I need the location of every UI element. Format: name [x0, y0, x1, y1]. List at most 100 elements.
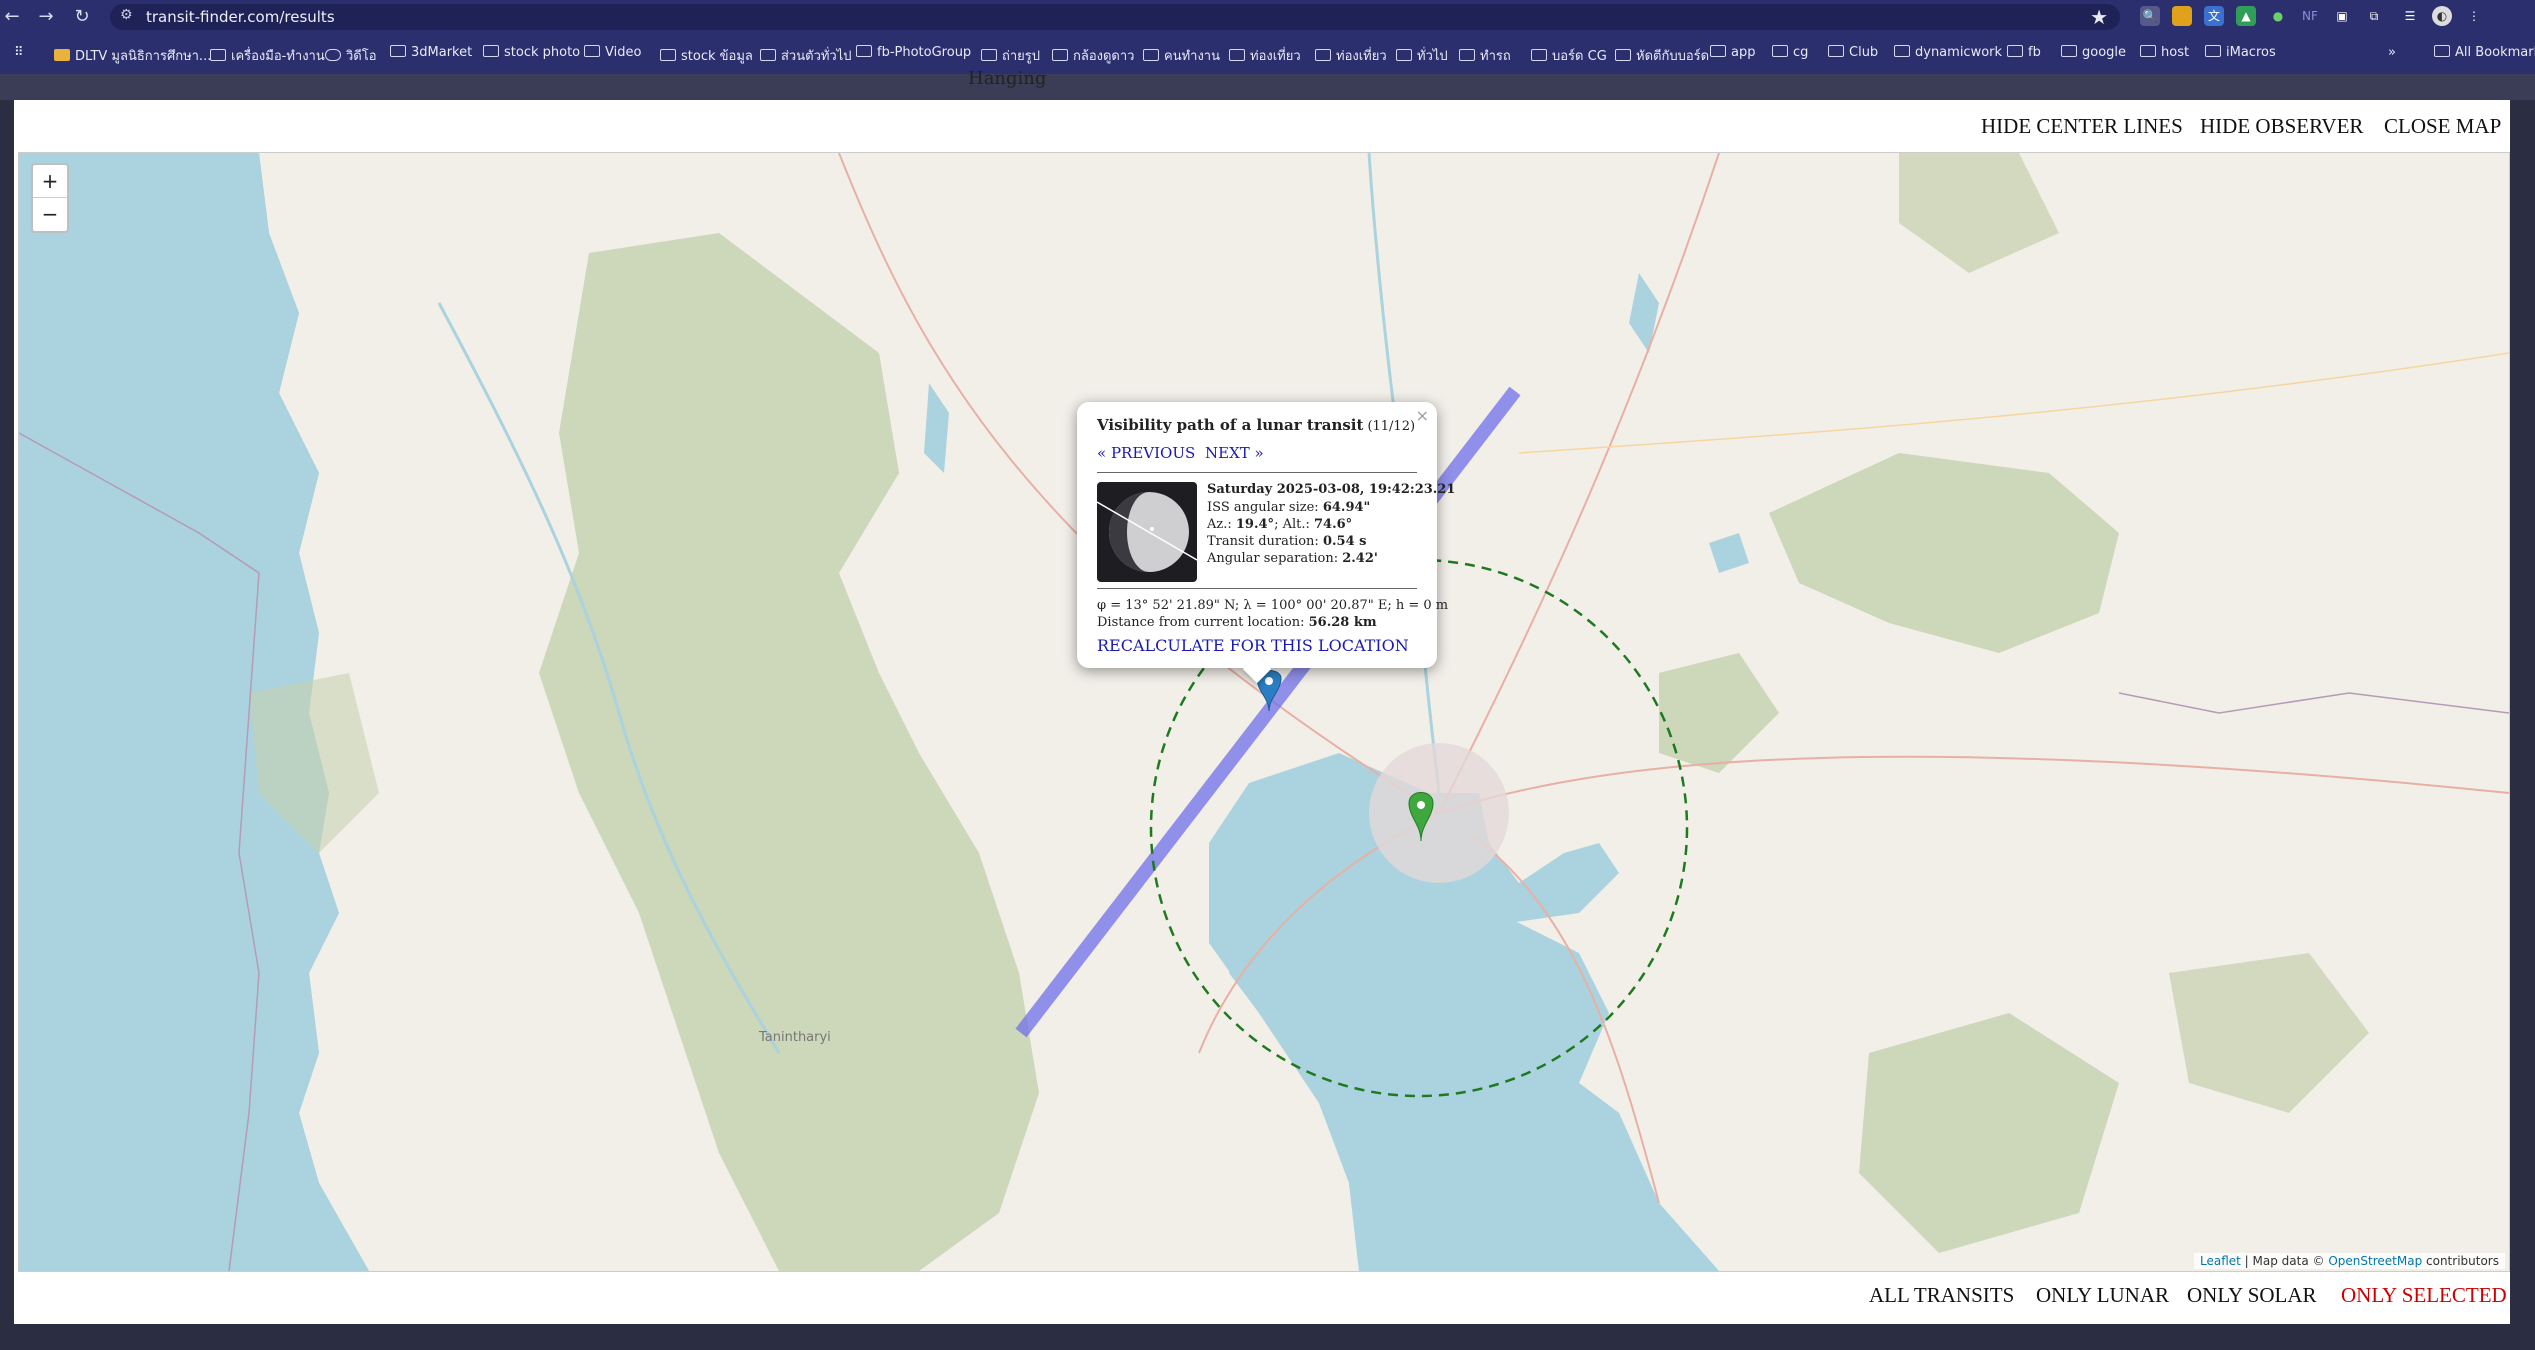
bookmark-folder[interactable]: google — [2061, 45, 2126, 60]
moon-transit-image — [1097, 492, 1197, 572]
browser-toolbar: ← → ↻ ⚙ transit-finder.com/results ★ 🔍 文… — [0, 0, 2535, 34]
duration-value: 0.54 s — [1322, 534, 1367, 549]
bookmark-folder[interactable]: ทั่วไป — [1396, 45, 1448, 66]
extension-drive-icon[interactable]: ▲ — [2236, 6, 2256, 26]
separation-row: Angular separation: 2.42' — [1207, 551, 1378, 566]
altitude-label: Alt.: — [1282, 517, 1310, 532]
attribution-prefix: | Map data © — [2244, 1254, 2325, 1268]
extension-translate-icon[interactable]: 文 — [2204, 6, 2224, 26]
extension-box-icon[interactable]: ▣ — [2332, 6, 2352, 26]
bookmark-folder[interactable]: ท่องเที่ยว — [1229, 45, 1301, 66]
azimuth-label: Az.: — [1207, 517, 1232, 532]
hide-center-lines-button[interactable]: HIDE CENTER LINES — [1981, 114, 2183, 139]
address-bar[interactable]: ⚙ transit-finder.com/results ★ — [110, 4, 2120, 30]
hide-observer-button[interactable]: HIDE OBSERVER — [2200, 114, 2363, 139]
bookmark-item[interactable]: DLTV มูลนิธิการศึกษา... — [54, 45, 211, 66]
transit-marker-dot — [1265, 677, 1273, 685]
attribution-suffix: contributors — [2426, 1254, 2499, 1268]
moon-transit-thumbnail — [1097, 482, 1197, 582]
bookmark-folder[interactable]: คนทำงาน — [1143, 45, 1220, 66]
bookmark-folder[interactable]: iMacros — [2205, 45, 2276, 60]
bookmark-folder[interactable]: host — [2140, 45, 2189, 60]
filter-only-solar[interactable]: ONLY SOLAR — [2187, 1283, 2317, 1308]
openstreetmap-link[interactable]: OpenStreetMap — [2328, 1254, 2422, 1268]
menu-icon[interactable]: ⋮ — [2464, 6, 2484, 26]
angular-size-value: 64.94" — [1322, 500, 1371, 515]
map-label-tanintharyi: Tanintharyi — [758, 1030, 831, 1045]
separation-value: 2.42' — [1342, 551, 1378, 566]
duration-row: Transit duration: 0.54 s — [1207, 534, 1366, 549]
previous-transit-link[interactable]: « PREVIOUS — [1097, 444, 1195, 462]
bookmark-folder[interactable]: ถ่ายรูป — [981, 45, 1040, 66]
map-attribution: Leaflet | Map data © OpenStreetMap contr… — [2193, 1253, 2505, 1269]
reading-list-icon[interactable]: ☰ — [2400, 6, 2420, 26]
reload-icon[interactable]: ↻ — [70, 5, 94, 29]
bookmark-folder[interactable]: เครื่องมือ-ทำงาน — [210, 45, 325, 66]
bookmarks-bar: ⠿ DLTV มูลนิธิการศึกษา... เครื่องมือ-ทำง… — [0, 34, 2535, 74]
distance-label: Distance from current location: — [1097, 615, 1305, 630]
zoom-out-button[interactable]: − — [33, 198, 67, 230]
profile-avatar[interactable]: ◐ — [2432, 6, 2452, 26]
extension-yellow-icon[interactable] — [2172, 6, 2192, 26]
apps-grid-icon[interactable]: ⠿ — [14, 45, 24, 60]
filter-only-selected[interactable]: ONLY SELECTED — [2341, 1283, 2507, 1308]
angular-size-label: ISS angular size: — [1207, 500, 1319, 515]
back-icon[interactable]: ← — [0, 5, 24, 29]
bookmark-folder[interactable]: stock ข้อมูล — [660, 45, 753, 66]
bookmark-folder[interactable]: dynamicwork — [1894, 45, 2002, 60]
map-tiles: Tanintharyi — [19, 153, 2509, 1271]
az-alt-row: Az.: 19.4°; Alt.: 74.6° — [1207, 517, 1353, 532]
zoom-in-button[interactable]: + — [33, 165, 67, 198]
bookmark-item[interactable]: วิดีโอ — [325, 45, 377, 66]
separation-label: Angular separation: — [1207, 551, 1339, 566]
azimuth-value: 19.4° — [1235, 517, 1275, 532]
all-bookmarks-folder[interactable]: All Bookmarks — [2434, 45, 2535, 60]
bookmarks-overflow-icon[interactable]: » — [2388, 45, 2396, 60]
transit-coordinates: φ = 13° 52' 21.89" N; λ = 100° 00' 20.87… — [1097, 598, 1449, 613]
url-text[interactable]: transit-finder.com/results — [146, 8, 335, 26]
distance-value: 56.28 km — [1308, 615, 1377, 630]
bookmark-folder[interactable]: บอร์ด CG — [1531, 45, 1607, 66]
extensions-puzzle-icon[interactable]: ⧉ — [2364, 6, 2384, 26]
leaflet-link[interactable]: Leaflet — [2200, 1254, 2241, 1268]
forward-icon[interactable]: → — [34, 5, 58, 29]
bookmark-folder[interactable]: ทำรถ — [1459, 45, 1511, 66]
page-bottom-strip — [0, 1324, 2535, 1350]
popup-divider — [1097, 588, 1417, 589]
extension-search-icon[interactable]: 🔍 — [2140, 6, 2160, 26]
altitude-value: 74.6° — [1314, 517, 1353, 532]
next-transit-link[interactable]: NEXT » — [1205, 444, 1264, 462]
observer-marker-dot — [1417, 801, 1425, 809]
bookmark-folder[interactable]: app — [1710, 45, 1755, 60]
popup-title-text: Visibility path of a lunar transit — [1097, 416, 1364, 434]
bookmark-star-icon[interactable]: ★ — [2090, 5, 2108, 29]
bookmark-folder[interactable]: 3dMarket — [390, 45, 472, 60]
bookmark-folder[interactable]: ท่องเที่ยว — [1315, 45, 1387, 66]
city-area — [1369, 743, 1509, 883]
map-canvas[interactable]: Tanintharyi + − Leaflet | Map data © Ope… — [18, 152, 2510, 1272]
popup-close-button[interactable]: × — [1416, 406, 1429, 425]
duration-label: Transit duration: — [1207, 534, 1319, 549]
distance-row: Distance from current location: 56.28 km — [1097, 615, 1377, 630]
filter-only-lunar[interactable]: ONLY LUNAR — [2036, 1283, 2169, 1308]
bookmark-folder[interactable]: fb — [2007, 45, 2041, 60]
filter-all-transits[interactable]: ALL TRANSITS — [1869, 1283, 2014, 1308]
transit-datetime: Saturday 2025-03-08, 19:42:23.21 — [1207, 482, 1456, 497]
extension-green-icon[interactable]: ● — [2268, 6, 2288, 26]
extension-nf-icon[interactable]: NF — [2300, 6, 2320, 26]
bookmark-folder[interactable]: stock photo — [483, 45, 580, 60]
recalculate-location-link[interactable]: RECALCULATE FOR THIS LOCATION — [1097, 636, 1409, 655]
page-heading-fragment: Hanging — [968, 68, 1047, 89]
transit-info-popup: × Visibility path of a lunar transit (11/… — [1077, 402, 1455, 684]
bookmark-folder[interactable]: Video — [584, 45, 641, 60]
bookmark-folder[interactable]: กล้องดูดาว — [1052, 45, 1134, 66]
popup-title: Visibility path of a lunar transit (11/12… — [1097, 416, 1415, 434]
bookmark-folder[interactable]: Club — [1828, 45, 1878, 60]
site-info-icon[interactable]: ⚙ — [120, 7, 133, 23]
bookmark-folder[interactable]: cg — [1772, 45, 1808, 60]
angular-size-row: ISS angular size: 64.94" — [1207, 500, 1370, 515]
bookmark-folder[interactable]: ส่วนตัวทั่วไป — [760, 45, 852, 66]
bookmark-folder[interactable]: fb-PhotoGroup — [856, 45, 971, 60]
bookmark-folder[interactable]: หัดตีกับบอร์ด — [1615, 45, 1709, 66]
close-map-button[interactable]: CLOSE MAP — [2384, 114, 2501, 139]
